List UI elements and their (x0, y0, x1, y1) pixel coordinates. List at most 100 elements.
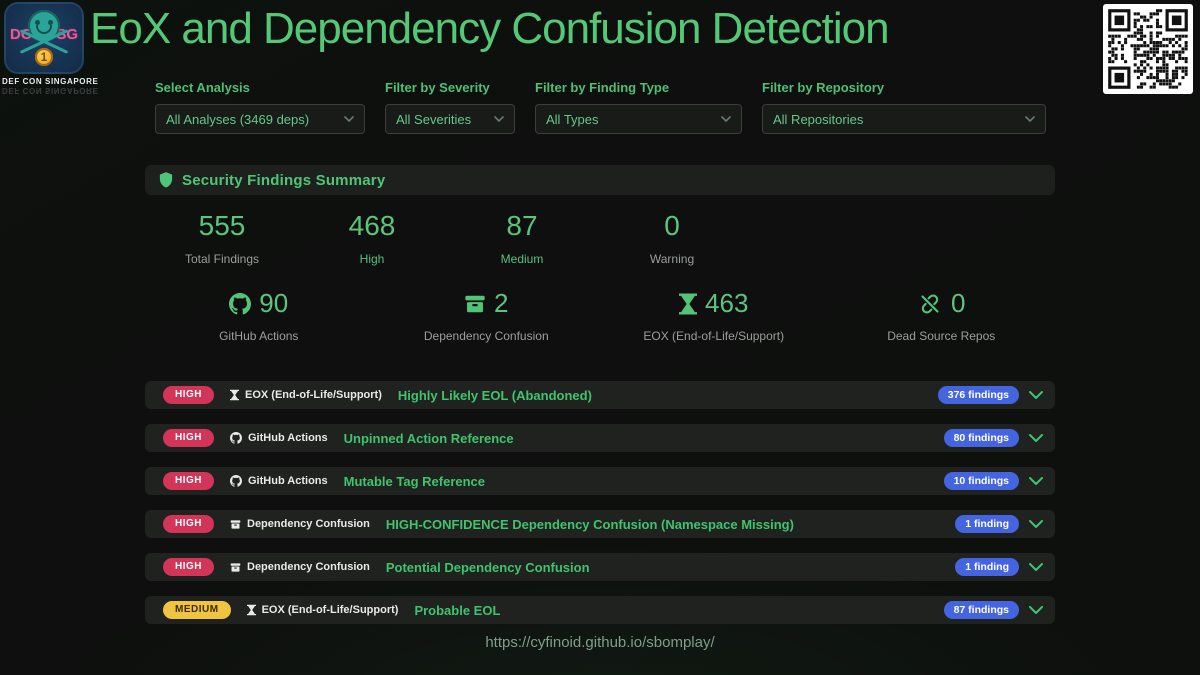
finding-category-label: Dependency Confusion (247, 561, 370, 573)
finding-category-label: EOX (End-of-Life/Support) (245, 389, 382, 401)
finding-title: HIGH-CONFIDENCE Dependency Confusion (Na… (386, 517, 955, 532)
hourglass-icon (230, 389, 239, 401)
finding-title: Mutable Tag Reference (344, 474, 944, 489)
severity-badge: HIGH (163, 429, 214, 447)
stat-label: Total Findings (147, 252, 297, 266)
findings-count-badge: 80 findings (944, 429, 1019, 448)
stat-value: 2 (494, 288, 508, 319)
finding-title: Probable EOL (414, 603, 943, 618)
stat-github-actions: 90 GitHub Actions (145, 288, 373, 343)
stat-label: High (297, 252, 447, 266)
analysis-select[interactable]: All Analyses (3469 deps) (155, 104, 365, 134)
finding-category-label: GitHub Actions (248, 475, 328, 487)
package-icon (464, 293, 486, 315)
finding-category: GitHub Actions (230, 475, 328, 487)
finding-category: GitHub Actions (230, 432, 328, 444)
severity-badge: MEDIUM (163, 601, 231, 619)
finding-title: Potential Dependency Confusion (386, 560, 955, 575)
filter-severity-label: Filter by Severity (385, 80, 515, 95)
repository-select-value: All Repositories (773, 112, 863, 127)
github-icon (230, 432, 242, 444)
finding-category-label: EOX (End-of-Life/Support) (262, 604, 399, 616)
finding-category-label: Dependency Confusion (247, 518, 370, 530)
chevron-down-icon (721, 116, 731, 122)
filter-analysis-label: Select Analysis (155, 80, 365, 95)
stat-label: Dead Source Repos (828, 329, 1056, 343)
finding-row-unpinned-action[interactable]: HIGH GitHub Actions Unpinned Action Refe… (145, 424, 1055, 452)
finding-type-select-value: All Types (546, 112, 599, 127)
filter-repository-label: Filter by Repository (762, 80, 1046, 95)
stat-medium: 87 Medium (447, 210, 597, 266)
qr-code (1103, 4, 1193, 94)
stats-row: 555 Total Findings 468 High 87 Medium 0 … (147, 210, 747, 266)
icon-stats-row: 90 GitHub Actions 2 Dependency Confusion… (145, 288, 1055, 343)
filter-bar: Select Analysis All Analyses (3469 deps)… (155, 80, 1046, 134)
severity-badge: HIGH (163, 558, 214, 576)
chevron-down-icon[interactable] (1029, 520, 1043, 529)
summary-header-title: Security Findings Summary (182, 172, 385, 189)
finding-row-high-confidence-dependency-confusion[interactable]: HIGH Dependency Confusion HIGH-CONFIDENC… (145, 510, 1055, 538)
findings-list: HIGH EOX (End-of-Life/Support) Highly Li… (145, 381, 1055, 624)
filter-severity: Filter by Severity All Severities (385, 80, 515, 134)
stat-dependency-confusion: 2 Dependency Confusion (373, 288, 601, 343)
package-icon (230, 562, 241, 573)
finding-type-select[interactable]: All Types (535, 104, 742, 134)
stat-label: Warning (597, 252, 747, 266)
stat-total-findings: 555 Total Findings (147, 210, 297, 266)
stat-label: Medium (447, 252, 597, 266)
chevron-down-icon (344, 116, 354, 122)
chevron-down-icon[interactable] (1029, 606, 1043, 615)
hourglass-icon (247, 604, 256, 616)
finding-title: Unpinned Action Reference (344, 431, 944, 446)
footer-url: https://cyfinoid.github.io/sbomplay/ (0, 634, 1200, 651)
stat-value: 463 (705, 288, 748, 319)
repository-select[interactable]: All Repositories (762, 104, 1046, 134)
analysis-select-value: All Analyses (3469 deps) (166, 112, 309, 127)
logo-caption-reflection: DEF CON SINGAPORE (2, 86, 86, 95)
findings-count-badge: 10 findings (944, 472, 1019, 491)
findings-count-badge: 376 findings (938, 386, 1019, 405)
finding-row-mutable-tag[interactable]: HIGH GitHub Actions Mutable Tag Referenc… (145, 467, 1055, 495)
github-icon (229, 293, 251, 315)
finding-category: Dependency Confusion (230, 561, 370, 573)
stat-value: 90 (259, 288, 288, 319)
finding-category: EOX (End-of-Life/Support) (230, 389, 382, 401)
filter-finding-type-label: Filter by Finding Type (535, 80, 742, 95)
stat-value: 468 (297, 210, 447, 242)
chevron-down-icon[interactable] (1029, 563, 1043, 572)
chevron-down-icon[interactable] (1029, 477, 1043, 486)
chevron-down-icon[interactable] (1029, 434, 1043, 443)
chevron-down-icon[interactable] (1029, 391, 1043, 400)
stat-eox: 463 EOX (End-of-Life/Support) (600, 288, 828, 343)
findings-count-badge: 1 finding (955, 558, 1019, 577)
filter-finding-type: Filter by Finding Type All Types (535, 80, 742, 134)
filter-repository: Filter by Repository All Repositories (762, 80, 1046, 134)
finding-category: Dependency Confusion (230, 518, 370, 530)
severity-badge: HIGH (163, 472, 214, 490)
severity-select[interactable]: All Severities (385, 104, 515, 134)
stat-value: 0 (597, 210, 747, 242)
finding-category-label: GitHub Actions (248, 432, 328, 444)
severity-select-value: All Severities (396, 112, 471, 127)
github-icon (230, 475, 242, 487)
shield-icon (159, 172, 173, 188)
stat-dead-source-repos: 0 Dead Source Repos (828, 288, 1056, 343)
findings-count-badge: 87 findings (944, 601, 1019, 620)
stat-warning: 0 Warning (597, 210, 747, 266)
finding-row-probable-eol[interactable]: MEDIUM EOX (End-of-Life/Support) Probabl… (145, 596, 1055, 624)
findings-count-badge: 1 finding (955, 515, 1019, 534)
chevron-down-icon (1025, 116, 1035, 122)
severity-badge: HIGH (163, 515, 214, 533)
chevron-down-icon (494, 116, 504, 122)
stat-value: 87 (447, 210, 597, 242)
filter-analysis: Select Analysis All Analyses (3469 deps) (155, 80, 365, 134)
logo-caption: DEF CON SINGAPORE (2, 77, 86, 86)
finding-row-highly-likely-eol[interactable]: HIGH EOX (End-of-Life/Support) Highly Li… (145, 381, 1055, 409)
hourglass-icon (679, 293, 697, 315)
defcon-sg-logo: DC SG 1 DEF CON SINGAPORE DEF CON SINGAP… (2, 2, 86, 95)
finding-row-potential-dependency-confusion[interactable]: HIGH Dependency Confusion Potential Depe… (145, 553, 1055, 581)
stat-value: 0 (951, 288, 965, 319)
stat-label: EOX (End-of-Life/Support) (600, 329, 828, 343)
page-title: EoX and Dependency Confusion Detection (90, 4, 1050, 54)
logo-number-badge: 1 (35, 48, 53, 66)
